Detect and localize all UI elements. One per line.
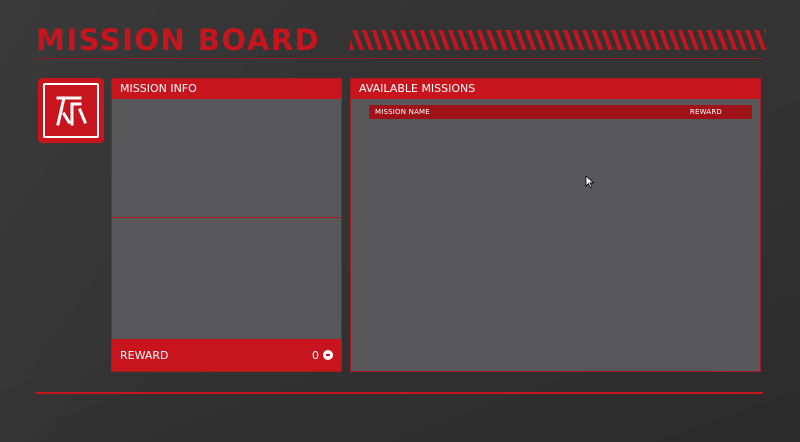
available-missions-header: AVAILABLE MISSIONS: [351, 79, 760, 99]
mouse-cursor-icon: [585, 175, 595, 189]
mission-info-panel: MISSION INFO REWARD 0: [111, 78, 342, 372]
page-title: MISSION BOARD: [36, 23, 321, 57]
bottom-divider: [36, 392, 763, 394]
reward-display: 0: [312, 349, 333, 362]
column-mission-name[interactable]: MISSION NAME: [375, 108, 430, 116]
faction-emblem-icon: [56, 95, 87, 126]
reward-bar: REWARD 0: [112, 339, 341, 371]
missions-table-header: MISSION NAME REWARD: [369, 105, 752, 119]
reward-label: REWARD: [120, 348, 169, 362]
mission-info-divider: [112, 217, 341, 218]
mission-info-header: MISSION INFO: [112, 79, 341, 99]
faction-logo: [38, 78, 104, 143]
coin-icon: [323, 350, 333, 360]
available-missions-panel: AVAILABLE MISSIONS MISSION NAME REWARD: [350, 78, 761, 372]
top-divider: [36, 58, 763, 59]
column-reward[interactable]: REWARD: [690, 108, 722, 116]
reward-value: 0: [312, 348, 319, 362]
decorative-stripes: [350, 30, 766, 50]
